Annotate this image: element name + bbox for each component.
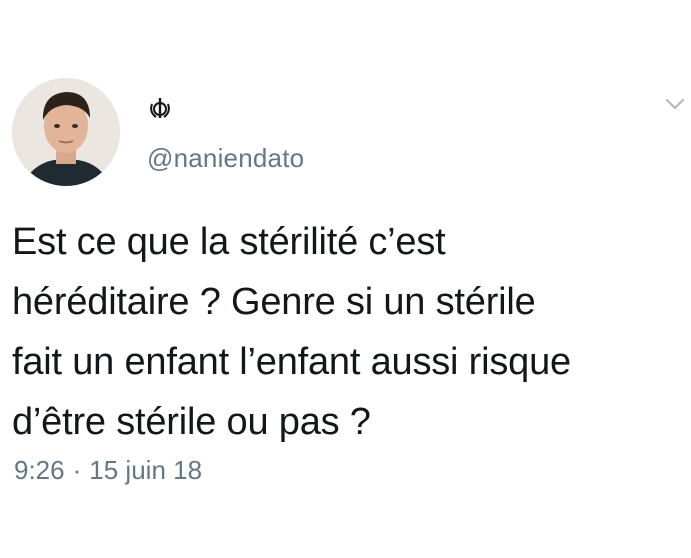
tweet-text: Est ce que la stérilité c’est héréditair… (12, 212, 682, 452)
user-handle[interactable]: @naniendato (147, 143, 304, 173)
avatar[interactable] (12, 78, 120, 186)
separator-dot: · (72, 455, 82, 485)
tweet-text-line: fait un enfant l’enfant aussi risque (12, 341, 571, 383)
tweet-text-line: Est ce que la stérilité c’est (12, 221, 446, 263)
profile-photo (12, 78, 120, 186)
tweet-text-line: héréditaire ? Genre si un stérile (12, 281, 536, 323)
tweet-timestamp[interactable]: 9:26 · 15 juin 18 (14, 453, 202, 487)
khanda-symbol-icon (148, 96, 172, 120)
tweet-date: 15 juin 18 (89, 455, 203, 485)
tweet-time: 9:26 (14, 455, 65, 485)
chevron-down-icon[interactable] (666, 98, 684, 110)
tweet-text-line: d’être stérile ou pas ? (12, 401, 371, 443)
